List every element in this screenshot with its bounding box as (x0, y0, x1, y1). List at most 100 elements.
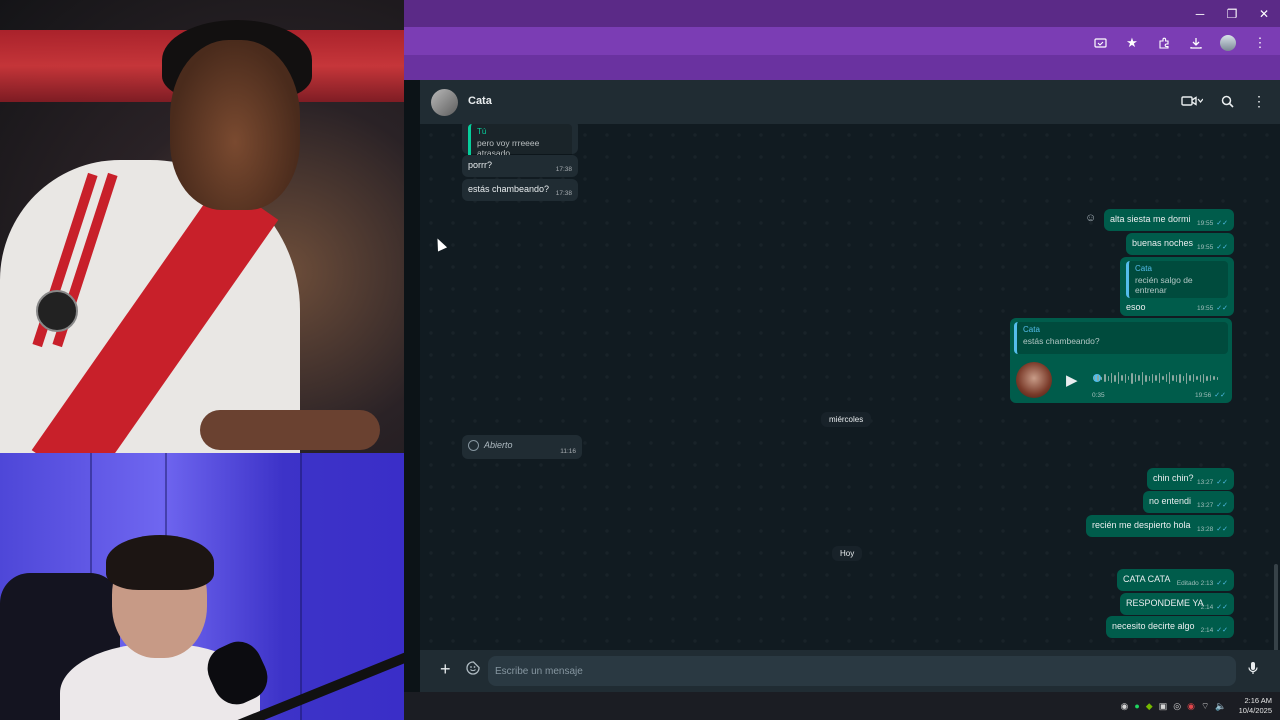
sticker-icon[interactable] (466, 661, 480, 678)
message-outgoing[interactable]: Cata recién salgo de entrenar esoo 19:55… (1120, 257, 1234, 316)
download-icon[interactable] (1186, 33, 1206, 53)
microphone-icon[interactable] (1248, 661, 1258, 678)
toolbar-icons: ★ ⋮ (1090, 33, 1270, 53)
browser-titlebar: ─ ❐ ✕ (404, 0, 1280, 27)
close-button[interactable]: ✕ (1248, 0, 1280, 27)
play-icon[interactable]: ▶ (1066, 371, 1078, 389)
message-text: CATA CATA (1123, 574, 1171, 584)
message-incoming[interactable]: porrr? 17:38 (462, 155, 578, 177)
waveform-bar (1100, 376, 1103, 380)
waveform-bar (1148, 375, 1150, 381)
emoji-react-icon[interactable]: ☺ (1085, 212, 1096, 224)
clock-date: 10/4/2025 (1238, 706, 1272, 715)
message-outgoing[interactable]: chin chin? 13:27 ✓✓ (1147, 468, 1234, 490)
quoted-reply[interactable]: Cata recién salgo de entrenar (1126, 261, 1228, 298)
message-time: 19:56 ✓✓ (1194, 392, 1226, 399)
kebab-menu-icon[interactable]: ⋮ (1250, 33, 1270, 53)
scrollbar[interactable] (1274, 564, 1278, 650)
message-text: chin chin? (1153, 473, 1194, 483)
streamer-hair (106, 535, 214, 590)
waveform-bar (1131, 372, 1133, 384)
app-icon[interactable]: ◉ (1187, 701, 1195, 712)
discord-icon[interactable]: ◉ (1120, 701, 1128, 712)
message-input[interactable] (488, 656, 1236, 686)
chat-header[interactable]: Cata ⋮ (420, 80, 1280, 124)
quote-text: recién salgo de entrenar (1135, 275, 1193, 295)
read-check-icon: ✓✓ (1216, 244, 1228, 251)
waveform-bar (1145, 374, 1147, 382)
waveform-bar (1138, 375, 1140, 381)
message-outgoing[interactable]: RESPONDEME YA 2:14 ✓✓ (1120, 593, 1234, 615)
message-time: 2:14 ✓✓ (1200, 604, 1228, 611)
steam-icon[interactable]: ◎ (1173, 701, 1181, 712)
message-incoming[interactable]: estás chambeando? 17:38 (462, 179, 578, 201)
nvidia-icon[interactable]: ◆ (1146, 701, 1153, 712)
message-time: 19:55 ✓✓ (1196, 305, 1228, 312)
cast-icon[interactable] (1090, 33, 1110, 53)
waveform-bar (1107, 375, 1110, 381)
message-outgoing[interactable]: buenas noches 19:55 ✓✓ (1126, 233, 1234, 255)
message-outgoing[interactable]: alta siesta me dormi 19:55 ✓✓ (1104, 209, 1234, 231)
quote-author: Tú (477, 127, 487, 136)
message-time: 13:27 ✓✓ (1196, 502, 1228, 509)
volume-icon[interactable]: 🔈 (1215, 701, 1226, 712)
network-icon[interactable]: ▣ (1159, 701, 1168, 712)
message-time: 11:16 (560, 448, 576, 455)
read-check-icon: ✓✓ (1216, 604, 1228, 611)
read-check-icon: ✓✓ (1216, 526, 1228, 533)
message-outgoing[interactable]: CATA CATA Editado 2:13 ✓✓ (1117, 569, 1234, 591)
waveform-bar (1213, 376, 1215, 380)
voice-waveform[interactable] (1094, 368, 1219, 388)
message-time: 17:38 (555, 190, 572, 197)
attach-plus-icon[interactable]: + (440, 659, 451, 680)
waveform-bar (1172, 375, 1174, 381)
message-list[interactable]: Tú pero voy rrreeee atrasado porrr? 17:3… (420, 124, 1280, 650)
kebab-menu-icon[interactable]: ⋮ (1252, 91, 1266, 111)
message-incoming[interactable]: Tú pero voy rrreeee atrasado (462, 124, 578, 161)
voice-message[interactable]: Cata estás chambeando? ▶ 0:35 19:56 ✓✓ (1010, 318, 1232, 403)
extensions-icon[interactable] (1154, 33, 1174, 53)
edited-label: Editado (1176, 580, 1199, 587)
message-time: 19:55 ✓✓ (1196, 244, 1228, 251)
contact-avatar[interactable] (431, 89, 458, 116)
star-icon[interactable]: ★ (1122, 33, 1142, 53)
minimize-button[interactable]: ─ (1184, 0, 1216, 27)
contact-name[interactable]: Cata (468, 95, 492, 107)
message-incoming[interactable]: Abierto 11:16 (462, 435, 582, 459)
clock-time: 2:16 AM (1244, 696, 1272, 705)
header-actions: ⋮ (1181, 91, 1266, 111)
tournament-badge (36, 290, 78, 332)
whatsapp-left-edge (404, 80, 420, 692)
waveform-bar (1192, 374, 1195, 382)
quote-author: Cata (1135, 264, 1152, 273)
search-icon[interactable] (1221, 91, 1234, 111)
system-clock[interactable]: 2:16 AM 10/4/2025 (1239, 696, 1272, 716)
waveform-bar (1151, 373, 1154, 383)
screen: ─ ❐ ✕ ★ ⋮ Cata ⋮ Tú pero voy rrreeee atr… (0, 0, 1280, 720)
message-outgoing[interactable]: no entendi 13:27 ✓✓ (1143, 491, 1234, 513)
quote-text: estás chambeando? (1023, 336, 1100, 346)
spotify-icon[interactable]: ● (1134, 701, 1139, 711)
restore-button[interactable]: ❐ (1216, 0, 1248, 27)
waveform-bar (1165, 374, 1167, 382)
waveform-bar (1134, 374, 1137, 382)
waveform-bar (1158, 373, 1161, 383)
waveform-bar (1155, 375, 1157, 381)
waveform-bar (1097, 375, 1099, 381)
profile-avatar[interactable] (1218, 33, 1238, 53)
waveform-bar (1179, 373, 1181, 383)
football-player-photo (0, 0, 404, 453)
message-time: 2:14 ✓✓ (1200, 627, 1228, 634)
message-outgoing[interactable]: recién me despierto hola 13:28 ✓✓ (1086, 515, 1234, 537)
waveform-bar (1189, 375, 1191, 381)
quoted-reply[interactable]: Cata estás chambeando? (1014, 322, 1228, 354)
waveform-bar (1141, 371, 1144, 385)
system-tray: ◉ ● ◆ ▣ ◎ ◉ ⌔ 🔈 2:16 AM 10/4/2025 (1120, 692, 1272, 720)
read-check-icon: ✓✓ (1214, 392, 1226, 399)
wifi-icon[interactable]: ⌔ (1201, 701, 1209, 712)
video-call-icon[interactable] (1181, 91, 1203, 111)
message-text: RESPONDEME YA (1126, 598, 1204, 608)
message-outgoing[interactable]: necesito decirte algo 2:14 ✓✓ (1106, 616, 1234, 638)
waveform-bar (1182, 375, 1184, 381)
waveform-bar (1121, 375, 1123, 381)
